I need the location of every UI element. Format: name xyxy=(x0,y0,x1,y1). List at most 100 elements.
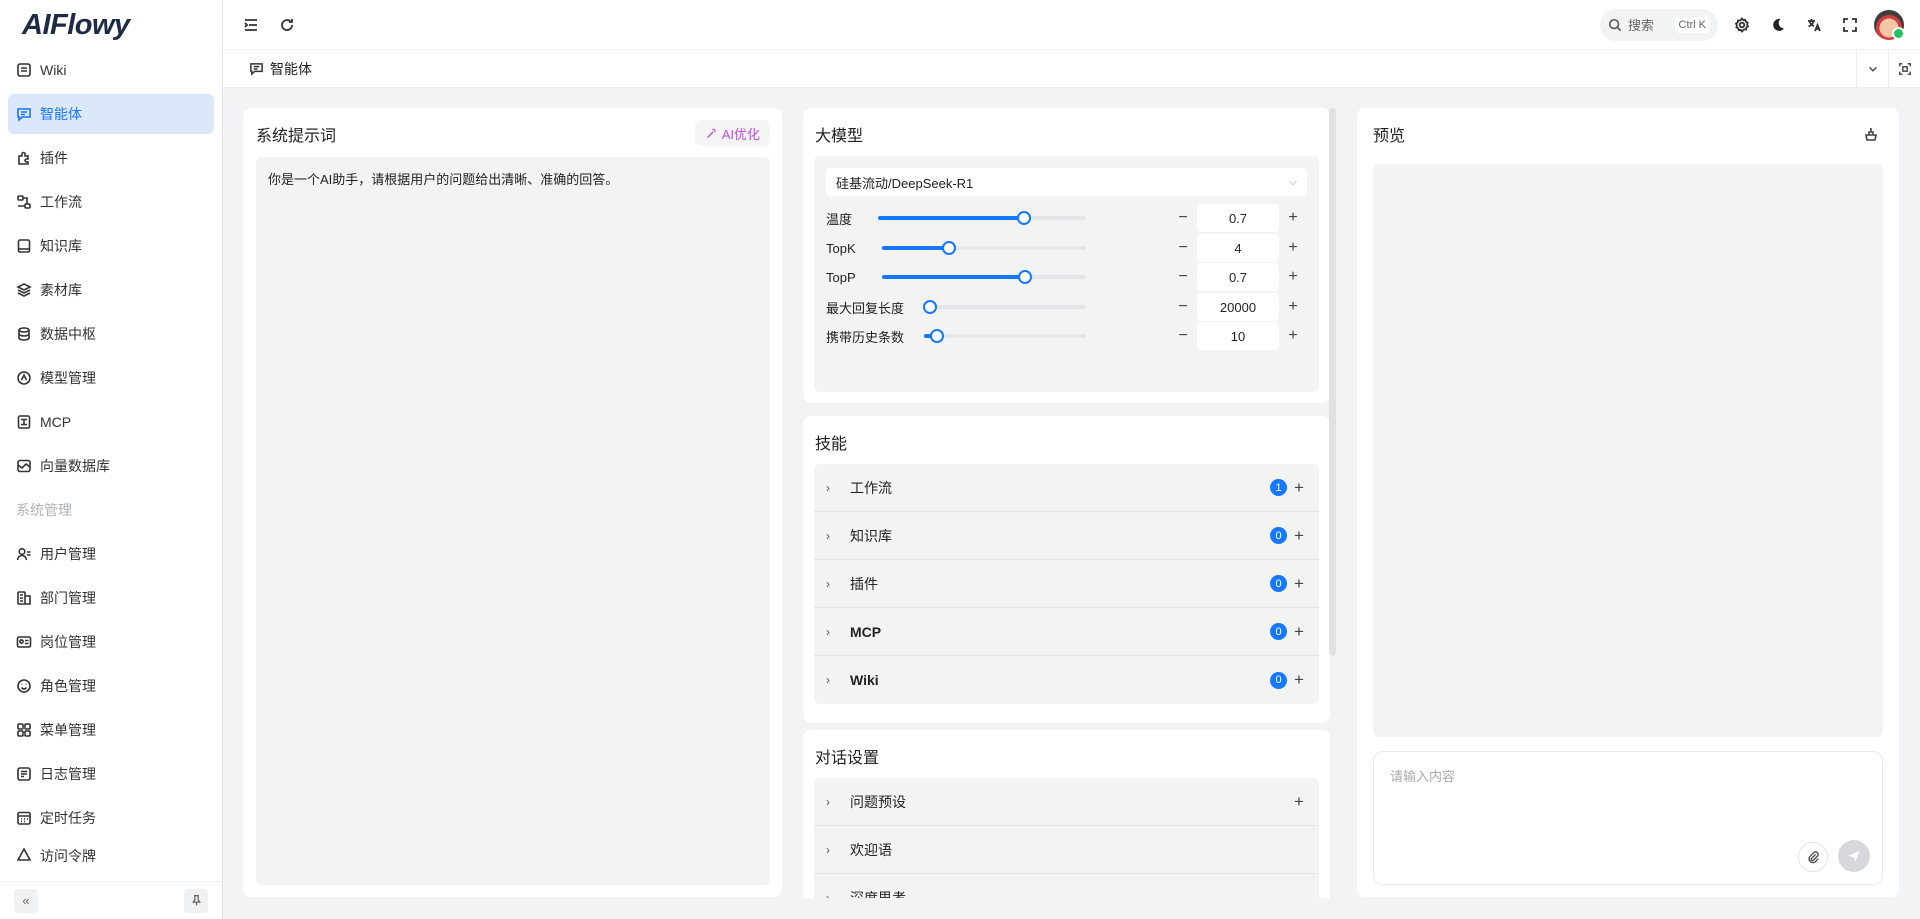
increment-button[interactable]: + xyxy=(1279,268,1307,286)
sidebar-item-models[interactable]: 模型管理 xyxy=(8,358,214,398)
sidebar-item-label: 插件 xyxy=(40,150,68,166)
sidebar-item-logs[interactable]: 日志管理 xyxy=(8,754,214,794)
param-value-input[interactable]: 0.7 xyxy=(1197,263,1279,291)
settings-button[interactable] xyxy=(1730,13,1754,37)
sidebar-item-label: 智能体 xyxy=(40,106,82,122)
tab-maximize-button[interactable] xyxy=(1888,49,1920,88)
fullscreen-button[interactable] xyxy=(1838,13,1862,37)
sidebar-item-menus[interactable]: 菜单管理 xyxy=(8,710,214,750)
slider-handle[interactable] xyxy=(942,241,957,255)
dialog-settings-list: › 问题预设 + › 欢迎语 › 深度思考 xyxy=(814,778,1319,898)
token-icon xyxy=(16,847,32,861)
param-slider[interactable] xyxy=(878,211,1086,225)
pin-sidebar-button[interactable] xyxy=(184,888,208,913)
broom-icon xyxy=(1865,128,1877,141)
add-mcp-button[interactable]: + xyxy=(1291,622,1307,642)
chat-input[interactable]: 请输入内容 xyxy=(1373,751,1883,885)
sidebar-item-departments[interactable]: 部门管理 xyxy=(8,578,214,618)
sidebar-item-label: 素材库 xyxy=(40,282,82,298)
skill-knowledge[interactable]: › 知识库 0 + xyxy=(814,512,1319,560)
slider-handle[interactable] xyxy=(1017,270,1032,284)
add-wiki-button[interactable]: + xyxy=(1291,670,1307,690)
sidebar: AIFlowy Wiki 智能体 插件 工作流 知识库 素材库 数据中枢 模型管… xyxy=(0,0,223,919)
dialog-deep-thinking[interactable]: › 深度思考 xyxy=(814,874,1319,898)
increment-button[interactable]: + xyxy=(1279,239,1307,257)
sidebar-item-wiki[interactable]: Wiki xyxy=(8,50,214,90)
sidebar-item-datahub[interactable]: 数据中枢 xyxy=(8,314,214,354)
decrement-button[interactable]: − xyxy=(1169,327,1197,345)
sidebar-item-agent[interactable]: 智能体 xyxy=(8,94,214,134)
sidebar-item-knowledge[interactable]: 知识库 xyxy=(8,226,214,266)
sidebar-item-vector-db[interactable]: 向量数据库 xyxy=(8,446,214,486)
pin-icon xyxy=(191,894,201,906)
workflow-icon xyxy=(17,195,31,209)
dialog-question-presets[interactable]: › 问题预设 + xyxy=(814,778,1319,826)
skill-mcp[interactable]: › MCP 0 + xyxy=(814,608,1319,656)
theme-toggle-button[interactable] xyxy=(1766,13,1790,37)
add-workflow-button[interactable]: + xyxy=(1291,478,1307,498)
skills-card: 技能 › 工作流 1 + › 知识库 0 + › 插件 0 + › MCP 0 … xyxy=(803,416,1330,723)
slider-handle[interactable] xyxy=(923,300,938,314)
tab-dropdown-button[interactable] xyxy=(1856,49,1888,88)
gear-icon xyxy=(1734,16,1750,33)
sidebar-item-label: 知识库 xyxy=(40,238,82,254)
decrement-button[interactable]: − xyxy=(1169,239,1197,257)
sidebar-item-label: 定时任务 xyxy=(40,810,96,826)
model-settings: 硅基流动/DeepSeek-R1 ⌵ 温度 −0.7 + TopK −4 + TopP −0.… xyxy=(814,156,1319,392)
refresh-button[interactable] xyxy=(275,13,299,37)
param-value-input[interactable]: 20000 xyxy=(1197,293,1279,321)
language-button[interactable] xyxy=(1802,13,1826,37)
model-select[interactable]: 硅基流动/DeepSeek-R1 ⌵ xyxy=(826,168,1307,196)
param-value-input[interactable]: 4 xyxy=(1197,234,1279,262)
slider-handle[interactable] xyxy=(929,329,944,343)
avatar[interactable] xyxy=(1874,9,1905,40)
add-knowledge-button[interactable]: + xyxy=(1291,526,1307,546)
ai-optimize-button[interactable]: AI优化 xyxy=(694,120,770,146)
menu-toggle-button[interactable] xyxy=(239,13,263,37)
skill-wiki[interactable]: › Wiki 0 + xyxy=(814,656,1319,704)
collapse-sidebar-button[interactable]: « xyxy=(14,888,38,913)
sidebar-item-label: 角色管理 xyxy=(40,678,96,694)
logo[interactable]: AIFlowy xyxy=(0,0,222,50)
clear-chat-button[interactable] xyxy=(1863,126,1879,142)
sidebar-item-users[interactable]: 用户管理 xyxy=(8,534,214,574)
config-scrollbar[interactable] xyxy=(1329,108,1336,656)
global-search[interactable]: 搜索 Ctrl K xyxy=(1600,8,1718,41)
add-question-preset-button[interactable]: + xyxy=(1291,792,1307,812)
moon-icon xyxy=(1773,18,1784,31)
add-plugin-button[interactable]: + xyxy=(1291,574,1307,594)
chat-preview-area xyxy=(1373,164,1883,737)
param-slider[interactable] xyxy=(923,300,1086,314)
attach-button[interactable] xyxy=(1798,842,1828,872)
send-button[interactable] xyxy=(1838,840,1870,872)
sidebar-item-scheduled-tasks[interactable]: 定时任务 xyxy=(8,798,214,838)
param-slider[interactable] xyxy=(882,270,1086,284)
skill-workflow[interactable]: › 工作流 1 + xyxy=(814,464,1319,512)
system-prompt-textarea[interactable]: 你是一个AI助手，请根据用户的问题给出清晰、准确的回答。 xyxy=(256,157,770,885)
sidebar-item-roles[interactable]: 角色管理 xyxy=(8,666,214,706)
sidebar-item-materials[interactable]: 素材库 xyxy=(8,270,214,310)
decrement-button[interactable]: − xyxy=(1169,209,1197,227)
param-value-input[interactable]: 0.7 xyxy=(1197,204,1279,232)
smile-icon xyxy=(17,679,31,693)
increment-button[interactable]: + xyxy=(1279,327,1307,345)
increment-button[interactable]: + xyxy=(1279,298,1307,316)
sidebar-item-access-tokens[interactable]: 访问令牌 xyxy=(8,842,214,862)
skill-label: 知识库 xyxy=(850,527,892,544)
sidebar-item-plugin[interactable]: 插件 xyxy=(8,138,214,178)
param-slider[interactable] xyxy=(924,329,1086,343)
tab-agent[interactable]: 智能体 xyxy=(223,50,338,88)
sidebar-item-mcp[interactable]: MCP xyxy=(8,402,214,442)
param-slider[interactable] xyxy=(882,241,1086,255)
decrement-button[interactable]: − xyxy=(1169,268,1197,286)
dialog-welcome-message[interactable]: › 欢迎语 xyxy=(814,826,1319,874)
sidebar-item-workflow[interactable]: 工作流 xyxy=(8,182,214,222)
refresh-icon xyxy=(281,18,293,31)
param-value-input[interactable]: 10 xyxy=(1197,322,1279,350)
increment-button[interactable]: + xyxy=(1279,209,1307,227)
slider-handle[interactable] xyxy=(1016,211,1031,225)
param-label: TopP xyxy=(826,269,856,285)
skill-plugin[interactable]: › 插件 0 + xyxy=(814,560,1319,608)
decrement-button[interactable]: − xyxy=(1169,298,1197,316)
sidebar-item-positions[interactable]: 岗位管理 xyxy=(8,622,214,662)
